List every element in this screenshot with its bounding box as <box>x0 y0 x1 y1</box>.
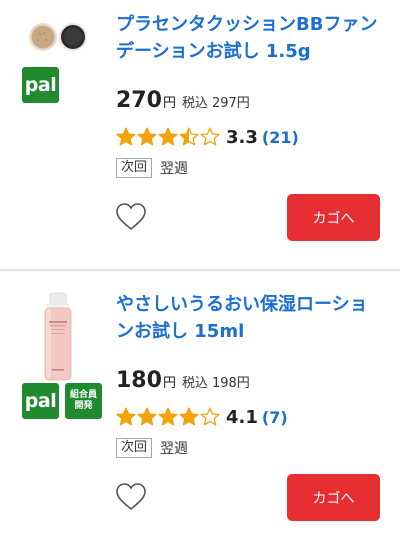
star-empty-icon <box>200 127 220 146</box>
star-rating <box>116 127 220 147</box>
star-filled-icon <box>137 127 157 146</box>
member-developed-badge-line1: 組合員 <box>69 390 97 400</box>
badge-row: pal <box>22 67 59 103</box>
star-filled-icon <box>116 407 136 426</box>
yen-unit: 円 <box>162 96 176 111</box>
product-list: pal プラセンタクッションBBファンデーションお試し 1.5g 270 円 税… <box>0 0 400 533</box>
next-delivery-label: 次回 <box>116 438 153 458</box>
tax-label: 税込 <box>181 96 208 111</box>
star-half-icon <box>179 127 199 146</box>
price-row: 270 円 税込 297円 <box>116 88 250 113</box>
add-to-cart-button[interactable]: カゴへ <box>287 474 380 521</box>
delivery-value: 翌週 <box>160 161 189 177</box>
cushion-compact-icon[interactable] <box>22 12 94 62</box>
heart-icon[interactable] <box>115 482 147 512</box>
add-to-cart-button[interactable]: カゴへ <box>287 194 380 241</box>
delivery-value: 翌週 <box>160 441 189 457</box>
price-row: 180 円 税込 198円 <box>116 368 250 393</box>
star-filled-icon <box>116 127 136 146</box>
delivery-row: 次回 翌週 <box>116 438 188 458</box>
price: 270 <box>116 88 162 113</box>
product-card: pal 組合員 開発 やさしいうるおい保湿ローションお試し 15ml 180 円… <box>0 271 400 533</box>
badge-row: pal 組合員 開発 <box>22 383 102 419</box>
pal-badge: pal <box>22 383 59 419</box>
rating-score: 3.3 <box>226 126 258 148</box>
tax-label: 税込 <box>181 376 208 391</box>
star-empty-icon <box>200 407 220 426</box>
star-filled-icon <box>137 407 157 426</box>
review-count-link[interactable]: (7) <box>262 408 288 427</box>
tax-included-price: 198円 <box>211 376 250 391</box>
rating-row: 3.3 (21) <box>116 125 299 149</box>
price: 180 <box>116 368 162 393</box>
product-card: pal プラセンタクッションBBファンデーションお試し 1.5g 270 円 税… <box>0 0 400 269</box>
tax-included-price: 297円 <box>211 96 250 111</box>
delivery-row: 次回 翌週 <box>116 158 188 178</box>
product-title[interactable]: プラセンタクッションBBファンデーションお試し 1.5g <box>116 11 380 65</box>
star-filled-icon <box>158 127 178 146</box>
product-title[interactable]: やさしいうるおい保湿ローションお試し 15ml <box>116 291 380 345</box>
member-developed-badge-line2: 開発 <box>74 401 93 411</box>
star-filled-icon <box>179 407 199 426</box>
star-filled-icon <box>158 407 178 426</box>
star-rating <box>116 407 220 427</box>
member-developed-badge: 組合員 開発 <box>65 383 102 419</box>
rating-row: 4.1 (7) <box>116 405 288 429</box>
heart-icon[interactable] <box>115 202 147 232</box>
lotion-bottle-icon[interactable] <box>22 291 94 383</box>
pal-badge: pal <box>22 67 59 103</box>
yen-unit: 円 <box>162 376 176 391</box>
next-delivery-label: 次回 <box>116 158 153 178</box>
rating-score: 4.1 <box>226 406 258 428</box>
review-count-link[interactable]: (21) <box>262 128 299 147</box>
